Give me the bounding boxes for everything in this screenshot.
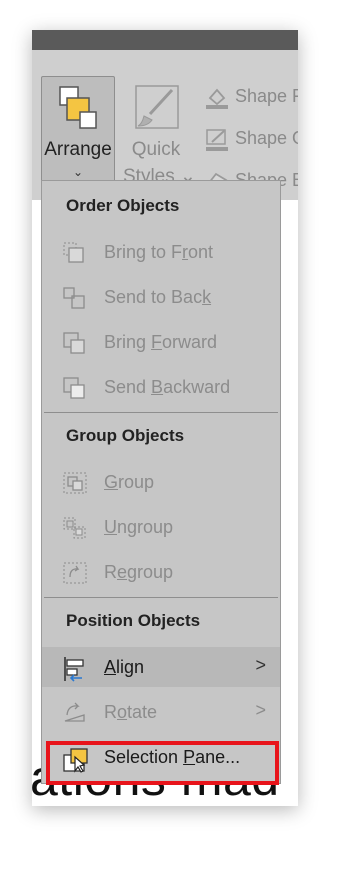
- bring-to-front-post: ont: [188, 242, 214, 262]
- menu-separator: [44, 597, 278, 598]
- quick-styles-button[interactable]: Quick Styles ⌄: [121, 80, 196, 192]
- regroup-post: group: [127, 562, 174, 582]
- chevron-down-icon: ⌄: [72, 165, 84, 179]
- menu-item-group[interactable]: Group: [42, 462, 280, 502]
- bring-forward-post: orward: [162, 332, 218, 352]
- paint-bucket-icon: [206, 88, 228, 109]
- shape-fill-label: Shape F: [235, 86, 298, 106]
- order-objects-header: Order Objects: [66, 196, 180, 215]
- menu-item-bring-forward[interactable]: Bring Forward: [42, 322, 280, 362]
- arrange-dropdown-menu: Order Objects Bring to Front Send to Bac…: [41, 180, 281, 784]
- title-bar: [32, 30, 298, 50]
- menu-item-send-to-back[interactable]: Send to Back: [42, 277, 280, 317]
- group-icon: [63, 472, 87, 494]
- arrange-label: Arrange: [44, 139, 112, 160]
- send-to-back-icon: [63, 287, 85, 309]
- send-backward-accel: B: [151, 377, 164, 397]
- bring-forward-icon: [63, 332, 85, 354]
- menu-item-bring-to-front[interactable]: Bring to Front: [42, 232, 280, 272]
- send-backward-icon: [63, 377, 85, 399]
- menu-item-send-backward[interactable]: Send Backward: [42, 367, 280, 407]
- send-backward-pre: Send: [104, 377, 152, 397]
- align-accel: A: [104, 657, 117, 677]
- menu-item-align[interactable]: Align >: [42, 647, 280, 687]
- group-accel: G: [104, 472, 119, 492]
- bring-forward-accel: F: [151, 332, 163, 352]
- quick-styles-label-line1: Quick: [131, 139, 181, 160]
- highlight-box: [46, 741, 279, 785]
- rotate-accel: o: [117, 702, 128, 722]
- regroup-icon: [63, 562, 87, 584]
- regroup-accel: e: [117, 562, 128, 582]
- menu-separator: [44, 412, 278, 413]
- send-to-back-accel: k: [202, 287, 212, 307]
- send-to-back-pre: Send to Bac: [104, 287, 203, 307]
- arrange-button[interactable]: Arrange ⌄: [41, 76, 115, 194]
- position-objects-header: Position Objects: [66, 611, 201, 630]
- pencil-outline-icon: [206, 129, 228, 151]
- arrange-icon: [59, 86, 97, 129]
- menu-item-rotate[interactable]: Rotate >: [42, 692, 280, 732]
- quick-styles-icon: [135, 85, 179, 129]
- menu-item-regroup[interactable]: Regroup: [42, 552, 280, 592]
- bring-forward-pre: Bring: [104, 332, 152, 352]
- rotate-pre: R: [104, 702, 117, 722]
- align-icon: [64, 657, 84, 682]
- send-backward-post: ackward: [163, 377, 231, 397]
- rotate-icon: [64, 702, 85, 722]
- submenu-arrow-icon: >: [255, 700, 266, 720]
- regroup-pre: R: [104, 562, 117, 582]
- submenu-arrow-icon: >: [255, 655, 266, 675]
- ribbon: Arrange ⌄ Quick Styles ⌄ Shape F Shape: [32, 50, 298, 200]
- rotate-post: tate: [127, 702, 158, 722]
- bring-to-front-icon: [63, 242, 84, 263]
- group-objects-header: Group Objects: [66, 426, 185, 445]
- shape-outline-label: Shape O: [235, 128, 298, 148]
- ungroup-post: ngroup: [117, 517, 174, 537]
- group-post: roup: [118, 472, 155, 492]
- bring-to-front-pre: Bring to F: [104, 242, 183, 262]
- align-post: lign: [116, 657, 145, 677]
- menu-item-ungroup[interactable]: Ungroup: [42, 507, 280, 547]
- ungroup-accel: U: [104, 517, 117, 537]
- ungroup-icon: [63, 517, 86, 539]
